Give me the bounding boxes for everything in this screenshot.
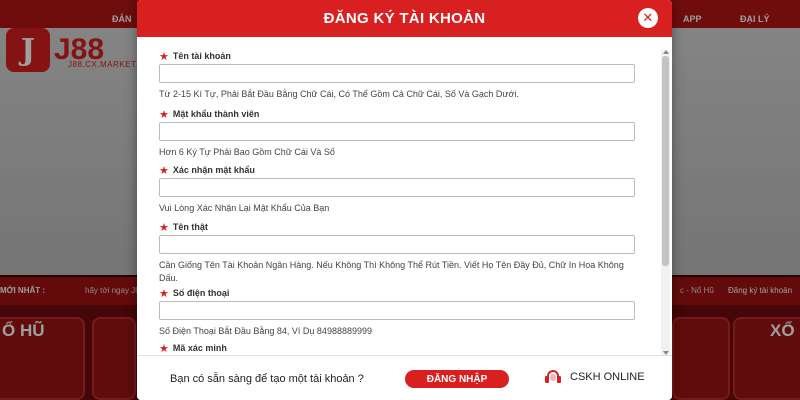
required-star-icon: ★ bbox=[159, 50, 169, 63]
required-star-icon: ★ bbox=[159, 287, 169, 300]
modal-title: ĐĂNG KÝ TÀI KHOẢN bbox=[323, 10, 486, 27]
register-form: ★ Tên tài khoản Từ 2-15 Kí Tự, Phải Bắt Đ… bbox=[137, 37, 660, 355]
required-star-icon: ★ bbox=[159, 108, 169, 121]
modal-footer: Bạn có sẵn sàng để tạo một tài khoản ? Đ… bbox=[137, 355, 672, 400]
customer-support-link[interactable]: CSKH ONLINE bbox=[545, 369, 645, 385]
support-label: CSKH ONLINE bbox=[570, 371, 645, 383]
field-real-name: ★ Tên thật Cần Giống Tên Tài Khoản Ngân H… bbox=[159, 221, 639, 285]
field-password: ★ Mật khẩu thành viên Hơn 6 Ký Tự Phải Ba… bbox=[159, 108, 639, 159]
real-name-hint: Cần Giống Tên Tài Khoản Ngân Hàng. Nếu K… bbox=[159, 260, 624, 283]
create-account-question: Bạn có sẵn sàng để tạo một tài khoản ? bbox=[170, 373, 364, 385]
password-input[interactable] bbox=[159, 122, 635, 141]
form-scrollbar[interactable] bbox=[661, 50, 670, 355]
password-hint: Hơn 6 Ký Tự Phải Bao Gồm Chữ Cái Và Số bbox=[159, 147, 335, 157]
username-input[interactable] bbox=[159, 64, 635, 83]
login-button[interactable]: ĐĂNG NHẬP bbox=[405, 370, 509, 388]
required-star-icon: ★ bbox=[159, 342, 169, 355]
field-verification-code: ★ Mã xác minh bbox=[159, 342, 639, 355]
required-star-icon: ★ bbox=[159, 221, 169, 234]
real-name-label: Tên thật bbox=[172, 222, 208, 232]
verification-code-label: Mã xác minh bbox=[172, 343, 227, 353]
register-modal: ĐĂNG KÝ TÀI KHOẢN ✕ ★ Tên tài khoản Từ 2-… bbox=[137, 0, 672, 400]
confirm-password-input[interactable] bbox=[159, 178, 635, 197]
real-name-input[interactable] bbox=[159, 235, 635, 254]
username-hint: Từ 2-15 Kí Tự, Phải Bắt Đầu Bằng Chữ Cái… bbox=[159, 89, 519, 99]
scrollbar-thumb[interactable] bbox=[662, 56, 669, 266]
confirm-password-label: Xác nhận mật khẩu bbox=[172, 165, 255, 175]
password-label: Mật khẩu thành viên bbox=[172, 109, 260, 119]
phone-hint: Số Điện Thoại Bắt Đầu Bằng 84, Ví Dụ 849… bbox=[159, 326, 372, 336]
phone-input[interactable] bbox=[159, 301, 635, 320]
phone-label: Số điện thoại bbox=[172, 288, 230, 298]
field-confirm-password: ★ Xác nhận mật khẩu Vui Lòng Xác Nhận Lại… bbox=[159, 164, 639, 215]
field-username: ★ Tên tài khoản Từ 2-15 Kí Tự, Phải Bắt Đ… bbox=[159, 50, 639, 101]
confirm-password-hint: Vui Lòng Xác Nhận Lại Mật Khẩu Của Bạn bbox=[159, 203, 330, 213]
username-label: Tên tài khoản bbox=[172, 51, 231, 61]
required-star-icon: ★ bbox=[159, 164, 169, 177]
close-icon: ✕ bbox=[642, 10, 654, 25]
headset-icon bbox=[545, 369, 561, 385]
close-button[interactable]: ✕ bbox=[638, 8, 658, 28]
field-phone: ★ Số điện thoại Số Điện Thoại Bắt Đầu Bằn… bbox=[159, 287, 639, 338]
scroll-up-arrow-icon[interactable] bbox=[663, 50, 669, 54]
modal-header: ĐĂNG KÝ TÀI KHOẢN ✕ bbox=[137, 0, 672, 37]
